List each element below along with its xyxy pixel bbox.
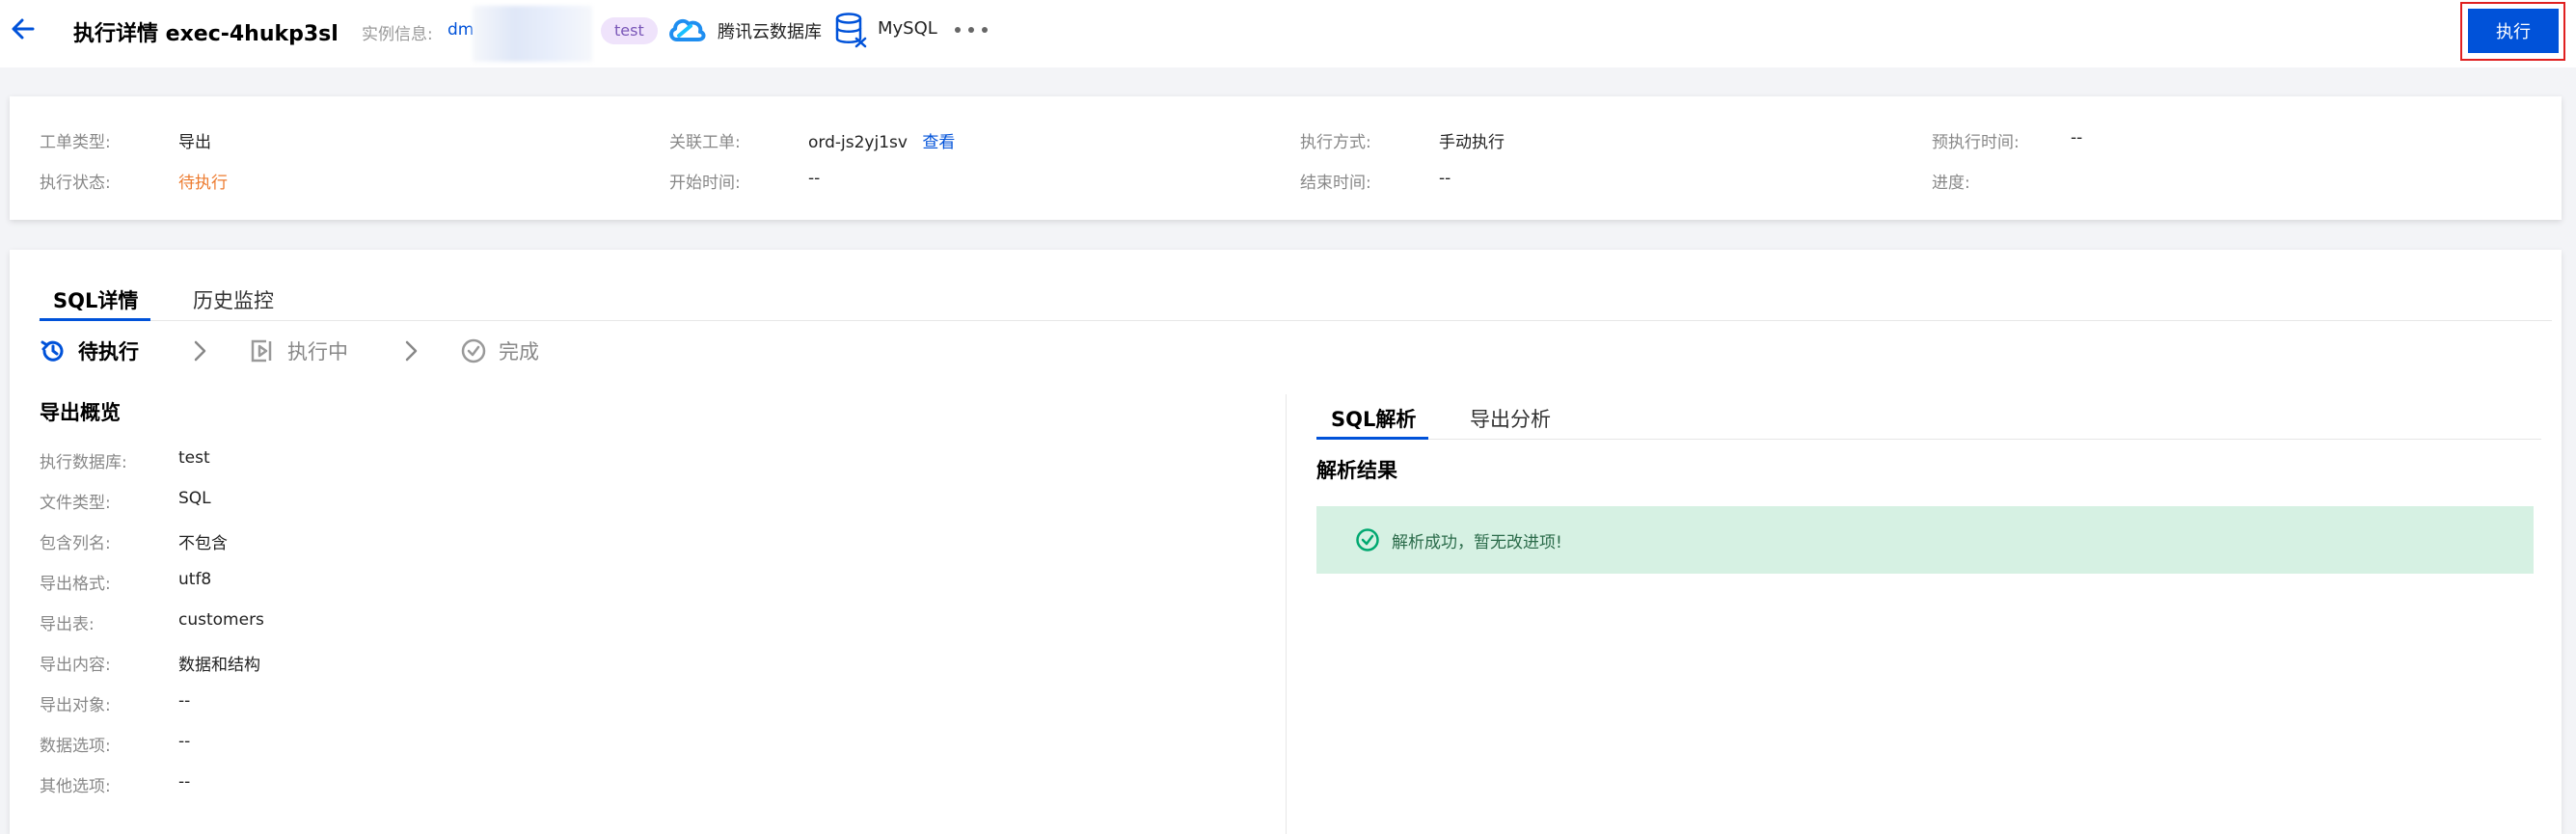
order-type-label: 工单类型: (40, 133, 111, 152)
tab-history-monitor[interactable]: 历史监控 (193, 285, 274, 314)
tab-export-analysis[interactable]: 导出分析 (1470, 404, 1551, 433)
overview-row-value: SQL (178, 489, 211, 508)
exec-status-label: 执行状态: (40, 174, 111, 193)
step-pending: 待执行 (40, 336, 139, 366)
arrow-left-icon (12, 18, 35, 40)
instance-redacted (473, 6, 592, 62)
page-title: 执行详情 exec-4hukp3sl (73, 22, 339, 46)
execute-button[interactable]: 执行 (2468, 9, 2559, 53)
history-icon (41, 340, 64, 362)
planned-time-label: 预执行时间: (1932, 133, 2020, 152)
start-time-label: 开始时间: (669, 174, 741, 193)
play-box-icon (251, 339, 272, 363)
more-icon[interactable] (955, 19, 988, 40)
tab-active-indicator (40, 318, 150, 321)
instance-label: 实例信息: (362, 25, 433, 44)
sub-tab-active-indicator (1316, 437, 1428, 440)
overview-row-label: 执行数据库: (40, 453, 127, 472)
overview-row-value: -- (178, 691, 191, 711)
instance-link[interactable]: dm (447, 20, 474, 40)
overview-row-value: -- (178, 772, 191, 792)
step-running-label: 执行中 (287, 340, 348, 363)
overview-row-label: 导出对象: (40, 696, 111, 715)
overview-row-value: customers (178, 610, 264, 630)
step-done-label: 完成 (499, 340, 539, 363)
order-type-value: 导出 (178, 133, 211, 152)
related-order-value: ord-js2yj1sv (808, 133, 908, 152)
related-order-label: 关联工单: (669, 133, 741, 152)
tab-sql-detail[interactable]: SQL详情 (53, 285, 138, 314)
progress-label: 进度: (1932, 174, 1970, 193)
back-button[interactable] (10, 15, 37, 42)
success-message: 解析成功，暂无改进项! (1392, 533, 1562, 552)
overview-row-label: 其他选项: (40, 777, 111, 796)
page-header: 执行详情 exec-4hukp3sl 实例信息: dm test 腾讯云数据库 … (0, 0, 2576, 67)
overview-row-value: 数据和结构 (178, 656, 260, 675)
order-info-card: 工单类型: 导出 关联工单: ord-js2yj1sv 查看 执行方式: 手动执… (10, 96, 2562, 220)
overview-row-label: 导出格式: (40, 575, 111, 594)
start-time-value: -- (808, 169, 821, 188)
chevron-right-icon (405, 340, 418, 362)
database-icon (835, 13, 867, 48)
overview-row-label: 文件类型: (40, 494, 111, 513)
analysis-result-title: 解析结果 (1316, 459, 1397, 482)
end-time-value: -- (1439, 169, 1451, 188)
check-circle-icon (461, 338, 486, 363)
view-order-link[interactable]: 查看 (922, 133, 955, 152)
tab-sql-analysis[interactable]: SQL解析 (1331, 404, 1416, 433)
overview-row-value: 不包含 (178, 534, 228, 553)
success-alert: 解析成功，暂无改进项! (1316, 506, 2534, 574)
exec-status-value: 待执行 (178, 174, 228, 193)
overview-title: 导出概览 (40, 401, 121, 424)
cloud-name: 腾讯云数据库 (718, 22, 822, 42)
overview-row-value: -- (178, 732, 191, 751)
overview-row-label: 导出内容: (40, 656, 111, 675)
exec-mode-label: 执行方式: (1300, 133, 1371, 152)
check-circle-icon (1356, 528, 1379, 552)
end-time-label: 结束时间: (1300, 174, 1371, 193)
db-type: MySQL (878, 18, 937, 39)
step-pending-label: 待执行 (78, 340, 139, 363)
overview-row-value: test (178, 448, 210, 468)
tencent-cloud-icon (669, 18, 706, 41)
sub-tabs-divider (1316, 439, 2541, 440)
step-done: 完成 (460, 336, 539, 366)
overview-row-label: 包含列名: (40, 534, 111, 553)
overview-row-value: utf8 (178, 570, 212, 589)
env-tag: test (601, 17, 658, 44)
planned-time-value: -- (2071, 128, 2083, 148)
sql-detail-card: SQL详情 历史监控 待执行 执行中 完成 导出概览 执行数据库: test 文… (10, 250, 2562, 834)
chevron-right-icon (194, 340, 206, 362)
overview-row-label: 数据选项: (40, 737, 111, 756)
panel-divider (1286, 394, 1287, 834)
tabs-divider (39, 320, 2552, 321)
exec-mode-value: 手动执行 (1439, 133, 1505, 152)
overview-row-label: 导出表: (40, 615, 95, 634)
step-running: 执行中 (249, 336, 348, 366)
